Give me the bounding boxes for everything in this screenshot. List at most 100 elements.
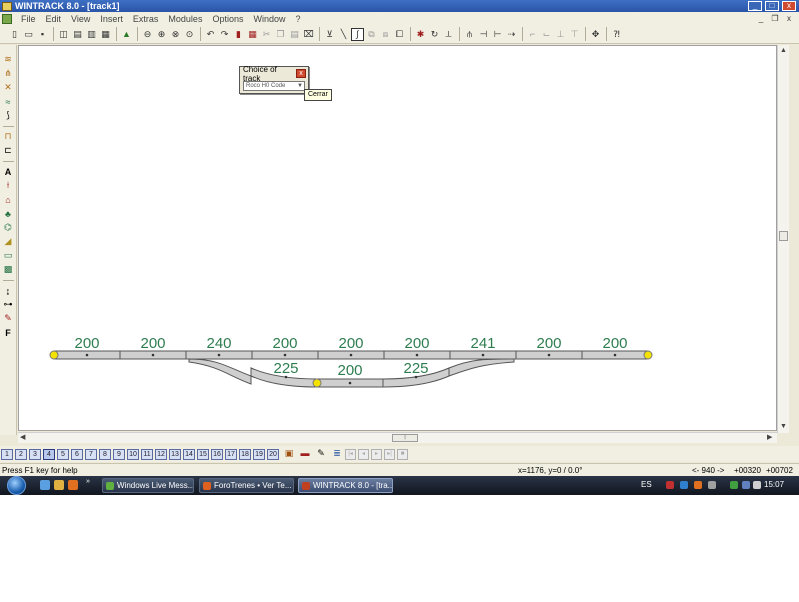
tray-ati-icon[interactable] (666, 481, 674, 489)
terrain-tool-icon[interactable]: ◢ (2, 235, 15, 248)
connect-icon[interactable]: ✱ (414, 28, 427, 41)
layer-button[interactable]: 6 (71, 448, 83, 460)
task-forotrenes[interactable]: ForoTrenes • Ver Te... (199, 478, 294, 493)
layout-canvas[interactable]: 200 200 240 200 200 200 241 200 200 225 … (18, 45, 777, 431)
formula-tool-icon[interactable]: F (2, 326, 15, 339)
measure-tool-icon[interactable]: ⊶ (2, 298, 15, 311)
menu-extras[interactable]: Extras (128, 14, 164, 24)
redo-icon[interactable]: ↷ (218, 28, 231, 41)
layer-button[interactable]: 18 (239, 448, 251, 460)
layer-button[interactable]: 13 (169, 448, 181, 460)
track-shift-icon[interactable]: ⇢ (505, 28, 518, 41)
crossing-tool-icon[interactable]: ✕ (2, 81, 15, 94)
quicklaunch-desktop-icon[interactable] (40, 480, 50, 490)
scroll-right-icon[interactable]: ▶ (767, 433, 772, 441)
track-cut-icon[interactable]: ⊢ (491, 28, 504, 41)
dialog-close-button[interactable]: x (296, 69, 306, 78)
image-icon[interactable]: ▲ (120, 28, 133, 41)
flex-split-icon[interactable]: ⊥ (554, 28, 567, 41)
layer-button[interactable]: 19 (253, 448, 265, 460)
zoom-out-icon[interactable]: ⊖ (141, 28, 154, 41)
nav-last-icon[interactable]: ▸| (384, 448, 395, 460)
flex-join-icon[interactable]: ⌙ (540, 28, 553, 41)
layer-down-icon[interactable]: ⧈ (379, 28, 392, 41)
menu-help[interactable]: ? (291, 14, 306, 24)
zoom-window-icon[interactable]: ⊙ (183, 28, 196, 41)
printer-setup-icon[interactable]: ▥ (85, 28, 98, 41)
draw-track-icon[interactable]: ∫ (351, 27, 364, 41)
dialog-title-bar[interactable]: Choice of track x (240, 65, 308, 83)
clock[interactable]: 15:07 (764, 480, 784, 489)
switch-tool-icon[interactable]: ⋔ (2, 67, 15, 80)
doc-minimize-button[interactable]: _ (755, 14, 767, 24)
export-icon[interactable]: ▦ (99, 28, 112, 41)
minimize-button[interactable]: _ (748, 1, 762, 11)
undo-icon[interactable]: ↶ (204, 28, 217, 41)
curve-tool-icon[interactable]: ⟆ (2, 109, 15, 122)
track-endpoint[interactable] (312, 378, 322, 388)
bridge-tool-icon[interactable]: ⊓ (2, 130, 15, 143)
nav-prev-icon[interactable]: ◂ (358, 448, 369, 460)
tray-display-icon[interactable] (742, 481, 750, 489)
quicklaunch-more-icon[interactable]: » (86, 478, 92, 488)
menu-options[interactable]: Options (207, 14, 248, 24)
language-indicator[interactable]: ES (641, 480, 652, 489)
curved-track[interactable] (188, 358, 252, 385)
signal-tool-icon[interactable]: ⍿ (2, 179, 15, 192)
layer-up-icon[interactable]: ⧉ (365, 28, 378, 41)
menu-modules[interactable]: Modules (163, 14, 207, 24)
rotate-icon[interactable]: ↻ (428, 28, 441, 41)
menu-window[interactable]: Window (248, 14, 290, 24)
layer-button[interactable]: 1 (1, 448, 13, 460)
open-folder-icon[interactable]: ▭ (22, 28, 35, 41)
menu-edit[interactable]: Edit (41, 14, 67, 24)
layer-button[interactable]: 15 (197, 448, 209, 460)
horizontal-scrollbar[interactable]: ◀ ⦙ ▶ (18, 432, 777, 443)
line-icon[interactable]: ╲ (337, 28, 350, 41)
nav-first-icon[interactable]: |◂ (345, 448, 356, 460)
building-tool-icon[interactable]: ⌂ (2, 193, 15, 206)
maximize-button[interactable]: □ (765, 1, 779, 11)
scroll-thumb[interactable]: ⦙ (392, 434, 418, 442)
parts-list-icon[interactable]: ▮ (232, 28, 245, 41)
curved-track[interactable] (448, 358, 515, 377)
track-connect-icon[interactable]: ⫛ (463, 28, 476, 41)
scroll-down-icon[interactable]: ▼ (780, 423, 787, 430)
all-layers-icon[interactable]: ▣ (283, 448, 295, 460)
flex-end-icon[interactable]: ⊤ (568, 28, 581, 41)
start-button[interactable] (7, 476, 26, 495)
train-icon[interactable]: ▬ (299, 448, 311, 460)
new-file-icon[interactable]: ▯ (8, 28, 21, 41)
save-icon[interactable]: ▪ (36, 28, 49, 41)
track-endpoint[interactable] (643, 350, 653, 360)
layer-button[interactable]: 12 (155, 448, 167, 460)
task-windows-live[interactable]: Windows Live Mess... (102, 478, 194, 493)
quicklaunch-media-icon[interactable] (68, 480, 78, 490)
tray-messenger-icon[interactable] (730, 481, 738, 489)
close-button[interactable]: x (782, 1, 796, 11)
layer-button[interactable]: 9 (113, 448, 125, 460)
text-tool-icon[interactable]: A (2, 165, 15, 178)
doc-close-button[interactable]: x (783, 14, 795, 24)
scroll-up-icon[interactable]: ▲ (780, 47, 787, 54)
filter-icon[interactable]: ⊻ (323, 28, 336, 41)
menu-insert[interactable]: Insert (95, 14, 128, 24)
doc-restore-button[interactable]: ❐ (769, 14, 781, 24)
track-system-select[interactable]: Roco H0 Code ▼ (243, 81, 305, 91)
layer-button[interactable]: 5 (57, 448, 69, 460)
menu-view[interactable]: View (66, 14, 95, 24)
tray-sound-icon[interactable] (708, 481, 716, 489)
print-icon[interactable]: ▤ (71, 28, 84, 41)
nav-stop-icon[interactable]: ■ (397, 448, 408, 460)
cut-icon[interactable]: ✂ (260, 28, 273, 41)
menu-file[interactable]: File (16, 14, 41, 24)
layer-button[interactable]: 14 (183, 448, 195, 460)
layer-button[interactable]: 7 (85, 448, 97, 460)
layer-button[interactable]: 10 (127, 448, 139, 460)
split-icon[interactable]: ⟂ (442, 28, 455, 41)
scroll-left-icon[interactable]: ◀ (20, 433, 25, 441)
copy-icon[interactable]: ❐ (274, 28, 287, 41)
height-tool-icon[interactable]: ↨ (2, 284, 15, 297)
layer-button[interactable]: 16 (211, 448, 223, 460)
grid-icon[interactable]: ▦ (246, 28, 259, 41)
